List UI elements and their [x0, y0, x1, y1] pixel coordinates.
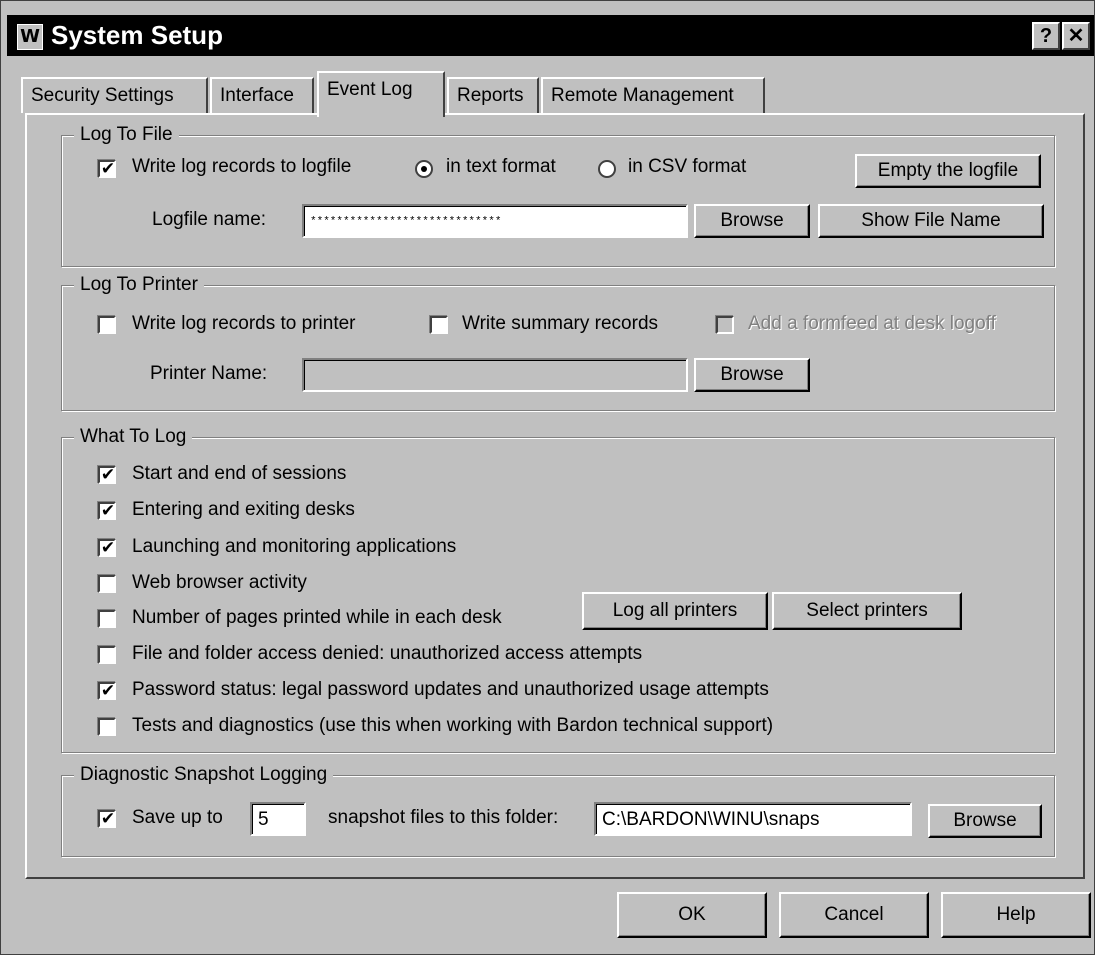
show-file-name-button[interactable]: Show File Name — [818, 204, 1044, 238]
web-browser-checkbox[interactable] — [98, 575, 116, 593]
snapshot-count-input[interactable]: 5 — [250, 802, 306, 836]
empty-logfile-button[interactable]: Empty the logfile — [855, 154, 1041, 188]
tab-remote-management[interactable]: Remote Management — [541, 77, 765, 113]
what-to-log-item-label: Start and end of sessions — [132, 463, 347, 484]
text-format-radio[interactable] — [415, 160, 433, 178]
log-to-printer-legend: Log To Printer — [74, 273, 204, 297]
tab-reports[interactable]: Reports — [447, 77, 539, 113]
logfile-browse-button[interactable]: Browse — [694, 204, 810, 238]
write-summary-checkbox[interactable] — [430, 316, 448, 334]
app-icon: W — [17, 24, 43, 50]
what-to-log-item-label: Web browser activity — [132, 572, 307, 593]
password-status-checkbox[interactable]: ✔ — [98, 681, 116, 701]
snapshot-folder-label: snapshot files to this folder: — [328, 807, 559, 828]
desks-checkbox[interactable]: ✔ — [98, 501, 116, 521]
formfeed-checkbox — [716, 316, 734, 334]
log-all-printers-button[interactable]: Log all printers — [582, 592, 768, 630]
check-mark-icon: ✔ — [100, 465, 116, 485]
diagnostic-legend: Diagnostic Snapshot Logging — [74, 763, 334, 787]
logfile-name-label: Logfile name: — [152, 209, 267, 230]
tab-event-log[interactable]: Event Log — [317, 71, 445, 117]
folder-access-checkbox[interactable] — [98, 646, 116, 664]
check-mark-icon: ✔ — [100, 538, 116, 558]
sessions-checkbox[interactable]: ✔ — [98, 465, 116, 485]
printer-name-label: Printer Name: — [150, 363, 268, 384]
diagnostic-snapshot-group: Diagnostic Snapshot Logging ✔ Save up to… — [61, 763, 1055, 857]
write-summary-label: Write summary records — [462, 313, 659, 334]
close-icon[interactable]: ✕ — [1062, 22, 1090, 50]
cancel-button[interactable]: Cancel — [779, 892, 929, 938]
select-printers-button[interactable]: Select printers — [772, 592, 962, 630]
snapshot-folder-input[interactable]: C:\BARDON\WINU\snaps — [594, 802, 912, 836]
what-to-log-item-label: File and folder access denied: unauthori… — [132, 643, 643, 664]
printer-browse-button[interactable]: Browse — [694, 358, 810, 392]
save-snapshots-checkbox[interactable]: ✔ — [98, 809, 116, 829]
help-icon[interactable]: ? — [1032, 22, 1060, 50]
what-to-log-group: What To Log ✔ Start and end of sessions … — [61, 425, 1055, 753]
what-to-log-item-label: Entering and exiting desks — [132, 499, 355, 520]
system-setup-dialog: W System Setup ? ✕ Security Settings Int… — [0, 0, 1095, 955]
logfile-name-input[interactable]: ***************************** — [302, 204, 688, 238]
csv-format-label: in CSV format — [628, 156, 747, 177]
log-to-file-legend: Log To File — [74, 123, 179, 147]
what-to-log-item-label: Number of pages printed while in each de… — [132, 607, 502, 628]
diagnostics-checkbox[interactable] — [98, 718, 116, 736]
tab-interface[interactable]: Interface — [210, 77, 314, 113]
what-to-log-item-label: Password status: legal password updates … — [132, 679, 769, 700]
check-mark-icon: ✔ — [100, 809, 116, 829]
tab-security-settings[interactable]: Security Settings — [21, 77, 208, 113]
write-logfile-checkbox[interactable]: ✔ — [98, 159, 116, 179]
save-up-to-label: Save up to — [132, 807, 223, 828]
check-mark-icon: ✔ — [100, 681, 116, 701]
log-to-file-group: Log To File ✔ Write log records to logfi… — [61, 123, 1055, 267]
ok-button[interactable]: OK — [617, 892, 767, 938]
csv-format-radio[interactable] — [598, 160, 616, 178]
write-printer-checkbox[interactable] — [98, 316, 116, 334]
check-mark-icon: ✔ — [100, 501, 116, 521]
write-logfile-label: Write log records to logfile — [132, 156, 352, 177]
radio-selected-icon — [421, 166, 427, 172]
what-to-log-item-label: Tests and diagnostics (use this when wor… — [132, 715, 774, 736]
title-bar: W System Setup ? ✕ — [7, 15, 1094, 56]
what-to-log-legend: What To Log — [74, 425, 193, 449]
window-title: System Setup — [51, 20, 223, 50]
what-to-log-item-label: Launching and monitoring applications — [132, 536, 457, 557]
snapshot-browse-button[interactable]: Browse — [928, 804, 1042, 838]
printer-name-input — [302, 358, 688, 392]
event-log-panel: Log To File ✔ Write log records to logfi… — [25, 113, 1085, 879]
check-mark-icon: ✔ — [100, 159, 116, 179]
text-format-label: in text format — [446, 156, 556, 177]
formfeed-label: Add a formfeed at desk logoff — [748, 313, 996, 334]
pages-printed-checkbox[interactable] — [98, 610, 116, 628]
write-printer-label: Write log records to printer — [132, 313, 356, 334]
applications-checkbox[interactable]: ✔ — [98, 538, 116, 558]
log-to-printer-group: Log To Printer Write log records to prin… — [61, 273, 1055, 411]
help-button[interactable]: Help — [941, 892, 1091, 938]
